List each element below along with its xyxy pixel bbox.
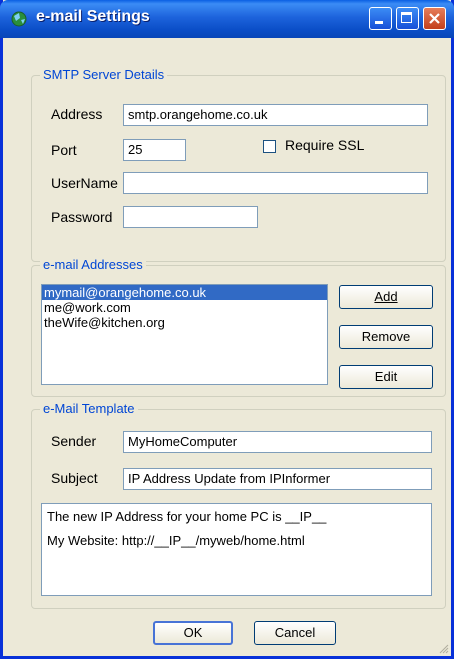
subject-label: Subject [51,470,98,486]
address-list-item[interactable]: mymail@orangehome.co.uk [42,285,327,300]
address-label: Address [51,106,103,122]
resize-grip-icon[interactable] [439,644,449,654]
email-settings-window: e-mail Settings SMTP Server Details Addr… [0,0,454,659]
port-label: Port [51,142,77,158]
address-input[interactable]: smtp.orangehome.co.uk [123,104,428,126]
password-input[interactable] [123,206,258,228]
ok-button[interactable]: OK [153,621,233,645]
body-textarea[interactable]: The new IP Address for your home PC is _… [41,503,432,596]
add-button[interactable]: Add [339,285,433,309]
title-bar[interactable]: e-mail Settings [0,0,454,38]
edit-button[interactable]: Edit [339,365,433,389]
address-list-item[interactable]: theWife@kitchen.org [42,315,327,330]
close-icon [429,13,440,24]
minimize-icon [375,21,383,24]
address-list[interactable]: mymail@orangehome.co.uk me@work.com theW… [41,284,328,385]
template-legend: e-Mail Template [40,401,138,416]
app-globe-icon [11,11,27,27]
body-line: My Website: http://__IP__/myweb/home.htm… [47,533,305,548]
maximize-button[interactable] [396,7,419,30]
username-input[interactable] [123,172,428,194]
remove-button[interactable]: Remove [339,325,433,349]
subject-input[interactable]: IP Address Update from IPInformer [123,468,432,490]
maximize-icon [401,12,412,23]
address-list-item[interactable]: me@work.com [42,300,327,315]
window-title: e-mail Settings [36,8,150,25]
body-line: The new IP Address for your home PC is _… [47,509,327,524]
username-label: UserName [51,175,118,191]
require-ssl-checkbox[interactable] [263,140,276,153]
sender-input[interactable]: MyHomeComputer [123,431,432,453]
password-label: Password [51,209,113,225]
addresses-legend: e-mail Addresses [40,257,146,272]
minimize-button[interactable] [369,7,392,30]
sender-label: Sender [51,433,97,449]
port-input[interactable]: 25 [123,139,186,161]
smtp-legend: SMTP Server Details [40,67,168,82]
cancel-button[interactable]: Cancel [254,621,336,645]
close-button[interactable] [423,7,446,30]
require-ssl-label[interactable]: Require SSL [285,137,364,153]
